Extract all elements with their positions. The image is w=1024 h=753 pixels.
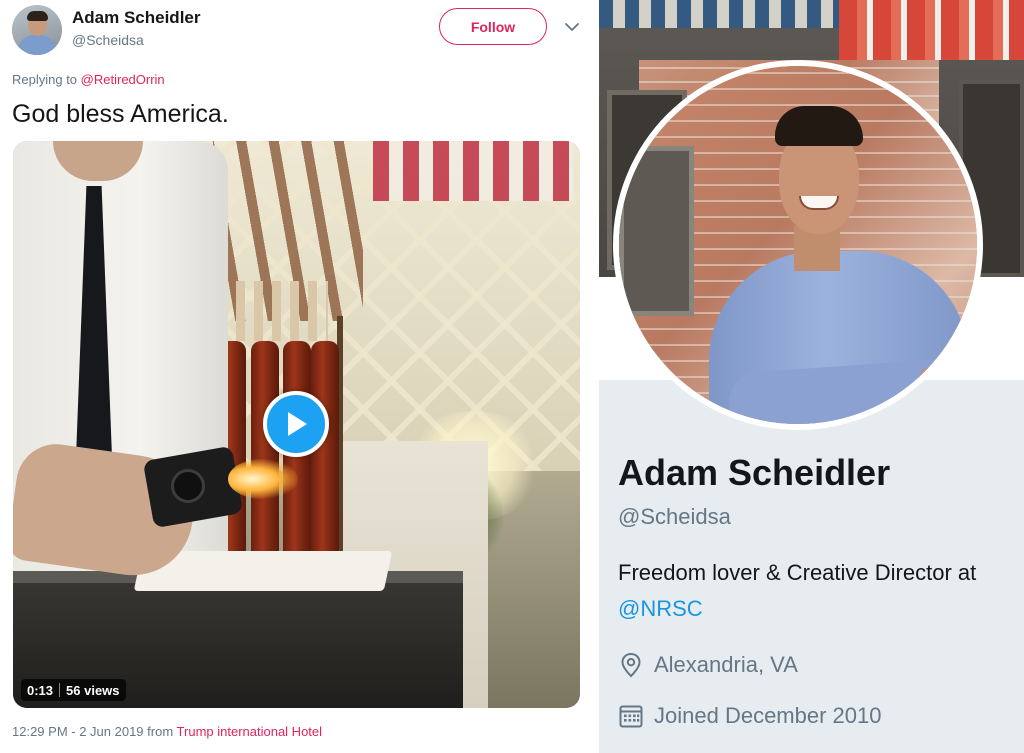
joined-text: Joined December 2010 [654, 703, 882, 728]
profile-bio: Freedom lover & Creative Director at [618, 560, 977, 585]
bio-mention-link[interactable]: @NRSC [618, 596, 703, 622]
follow-button[interactable]: Follow [439, 8, 547, 45]
author-avatar[interactable] [12, 5, 62, 55]
profile-avatar[interactable] [613, 60, 983, 430]
author-handle[interactable]: @Scheidsa [72, 32, 144, 48]
author-name[interactable]: Adam Scheidler [72, 8, 201, 28]
tweet-timestamp: 12:29 PM - 2 Jun 2019 from Trump interna… [12, 724, 322, 739]
video-meta: 0:13 56 views [21, 679, 126, 701]
replying-to: Replying to @RetiredOrrin [12, 72, 165, 87]
calendar-icon [619, 705, 643, 728]
profile-joined: Joined December 2010 [618, 703, 881, 729]
profile-name: Adam Scheidler [618, 452, 891, 493]
tweet-source-link[interactable]: Trump international Hotel [177, 724, 322, 739]
profile-card: Adam Scheidler @Scheidsa Freedom lover &… [599, 0, 1024, 753]
profile-location: Alexandria, VA [618, 652, 798, 678]
video-duration: 0:13 [27, 682, 54, 698]
chevron-down-icon[interactable] [563, 18, 581, 36]
location-text: Alexandria, VA [654, 652, 798, 677]
location-pin-icon [621, 652, 641, 678]
play-icon [288, 412, 307, 436]
reply-mention-link[interactable]: @RetiredOrrin [81, 72, 165, 87]
tweet-text: God bless America. [12, 100, 229, 128]
replying-prefix: Replying to [12, 72, 78, 87]
profile-handle: @Scheidsa [618, 504, 731, 529]
video-player[interactable]: 0:13 56 views [13, 141, 580, 708]
tweet-card: Adam Scheidler @Scheidsa Follow Replying… [0, 0, 596, 753]
timestamp-text[interactable]: 12:29 PM - 2 Jun 2019 from [12, 724, 173, 739]
play-button[interactable] [263, 391, 329, 457]
video-views: 56 views [66, 682, 120, 698]
